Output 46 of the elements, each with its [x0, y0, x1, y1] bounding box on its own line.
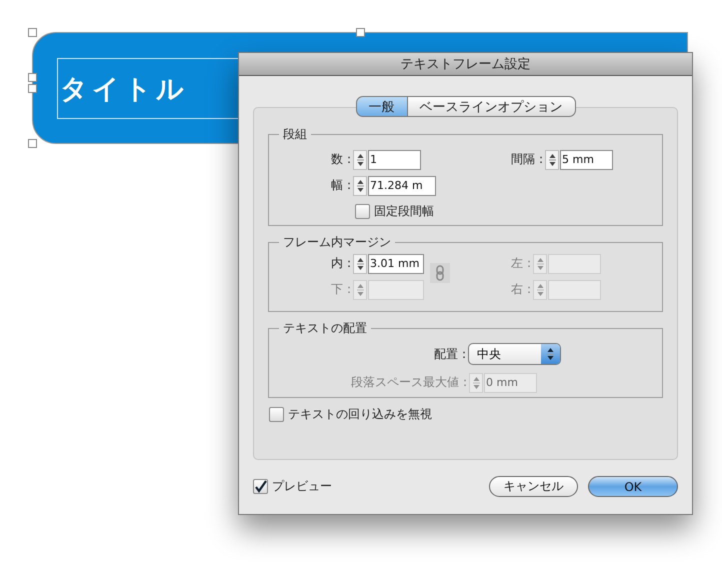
window-title: テキストフレーム設定 — [239, 53, 692, 76]
stepper-arrows-icon — [356, 256, 364, 270]
stepper-arrows-icon — [547, 347, 554, 361]
number-field[interactable]: 3.01 mm — [368, 254, 424, 274]
field-label: 幅 : — [330, 177, 352, 194]
field-label: 右 : — [510, 281, 532, 298]
selection-handle[interactable] — [356, 28, 365, 37]
checkbox-label: 固定段間幅 — [374, 203, 434, 220]
alignment-select[interactable]: 中央 — [468, 343, 561, 365]
stepper-arrows-icon — [536, 256, 544, 270]
group-title: フレーム内マージン — [282, 234, 392, 251]
stepper-arrows-icon — [356, 282, 364, 296]
ok-button[interactable]: OK — [588, 476, 678, 497]
frame-text: タイトル — [60, 73, 188, 107]
checkbox[interactable] — [269, 407, 284, 422]
number-field[interactable]: 71.284 m — [368, 176, 436, 196]
field-label: 左 : — [510, 255, 532, 272]
stepper-arrows-icon — [472, 376, 480, 390]
stepper[interactable] — [353, 254, 367, 274]
stepper-arrows-icon — [548, 152, 556, 166]
field-label: 数 : — [330, 151, 352, 168]
field-label: 間隔 : — [510, 151, 544, 168]
number-field[interactable]: 5 mm — [560, 150, 613, 170]
stepper[interactable] — [545, 150, 559, 170]
selection-handle[interactable] — [28, 28, 37, 37]
stepper-arrows-icon — [356, 152, 364, 166]
checkbox[interactable] — [253, 479, 268, 494]
group-title: 段組 — [282, 126, 308, 143]
tab[interactable]: ベースラインオプション — [408, 96, 576, 117]
tab[interactable]: 一般 — [356, 96, 408, 117]
stepper-arrows-icon — [356, 178, 364, 192]
stepper-arrows-icon — [536, 282, 544, 296]
group-title: テキストの配置 — [282, 320, 368, 337]
field-label: 内 : — [330, 255, 352, 272]
stepper[interactable] — [353, 176, 367, 196]
chain-link-icon[interactable] — [430, 263, 450, 283]
field-label: 下 : — [330, 281, 352, 298]
stepper[interactable] — [353, 150, 367, 170]
checkbox-label: プレビュー — [272, 478, 332, 495]
number-field[interactable]: 1 — [368, 150, 421, 170]
field-label: 配置 : — [433, 346, 467, 362]
checkbox-label: テキストの回り込みを無視 — [288, 406, 432, 423]
field-label: 段落スペース最大値 : — [350, 374, 468, 391]
selection-handle[interactable] — [28, 139, 37, 148]
checkbox[interactable] — [355, 204, 370, 219]
cancel-button[interactable]: キャンセル — [489, 476, 578, 497]
